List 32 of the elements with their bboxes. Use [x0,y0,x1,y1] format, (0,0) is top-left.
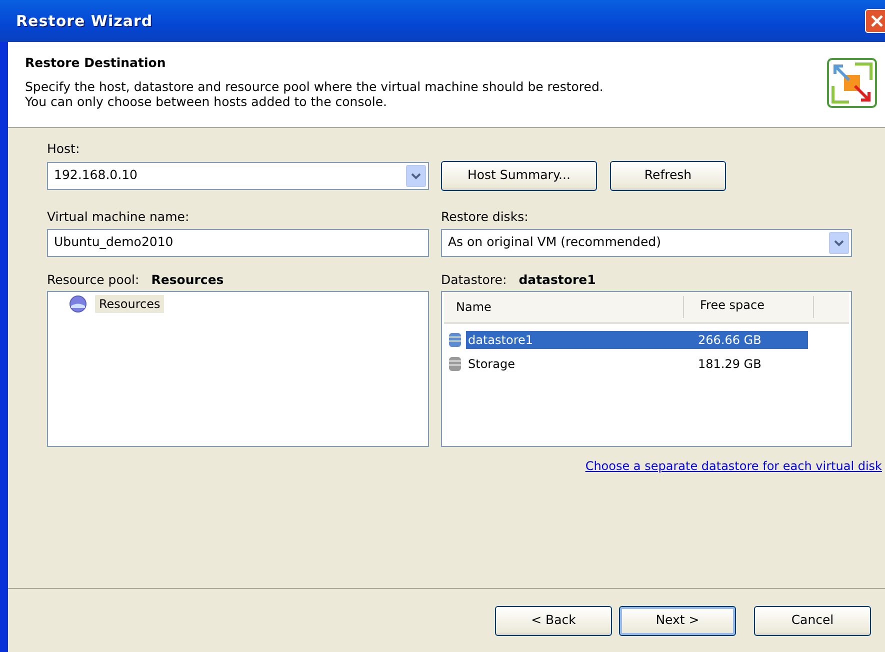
host-label: Host: [47,140,81,158]
column-header[interactable]: Free space [684,296,814,318]
chevron-down-icon [411,172,421,180]
restore-disks-dropdown[interactable]: As on original VM (recommended) [441,228,852,256]
next-button[interactable]: Next > [619,606,736,636]
close-icon [870,14,884,28]
datastore-row[interactable]: Storage 181.29 GB [448,352,851,376]
cancel-button[interactable]: Cancel [754,606,871,636]
window-title: Restore Wizard [16,10,153,32]
host-dropdown[interactable]: 192.168.0.10 [47,162,429,190]
wizard-logo-icon [827,58,877,108]
vm-name-field[interactable]: Ubuntu_demo2010 [47,228,429,256]
resource-pool-label: Resource pool: [47,270,140,289]
refresh-button[interactable]: Refresh [610,160,726,191]
datastore-row[interactable]: datastore1 266.66 GB [448,328,851,352]
datastore-value: datastore1 [518,270,596,288]
datastore-label: Datastore: [441,270,507,288]
back-button[interactable]: < Back [495,606,612,636]
database-icon [448,355,462,374]
vm-name-label: Virtual machine name: [47,208,190,226]
resource-pool-icon [69,295,87,314]
column-header[interactable]: Name [444,296,684,318]
restore-disks-label: Restore disks: [441,208,530,226]
database-icon [448,331,462,350]
page-title: Restore Destination [25,54,167,72]
host-summary-button[interactable]: Host Summary... [441,160,597,191]
separate-datastore-link[interactable]: Choose a separate datastore for each virtual disk [585,457,882,476]
tree-item[interactable]: Resources [95,295,164,314]
close-button[interactable] [865,9,885,33]
resource-pool-value: Resources [151,270,224,288]
page-description: Specify the host, datastore and resource pool where the virtual machine should be restored. You can only choose between hosts added to the console. [25,78,604,109]
chevron-down-icon [834,238,844,246]
